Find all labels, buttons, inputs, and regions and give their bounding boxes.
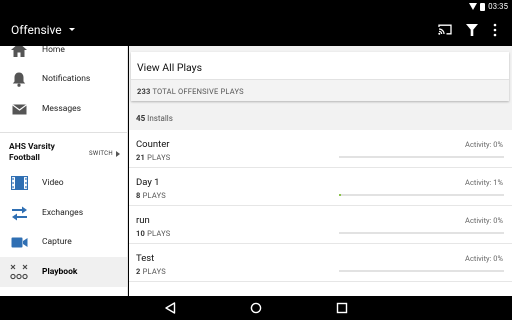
more-vert-icon[interactable] xyxy=(490,23,500,37)
activity-bar xyxy=(339,232,504,234)
install-name: run xyxy=(136,215,150,226)
installs-label: Installs xyxy=(147,114,173,123)
team-header: AHS Varsity Football SWITCH xyxy=(0,132,127,172)
activity-bar xyxy=(339,194,504,196)
drawer-item-label: Messages xyxy=(42,104,81,114)
drawer-item-label: Playbook xyxy=(42,267,78,277)
bell-icon xyxy=(10,70,28,88)
total-plays-count: 233 xyxy=(137,87,151,96)
total-plays-summary: 233 TOTAL OFFENSIVE PLAYS xyxy=(131,79,509,101)
install-name: Day 1 xyxy=(136,177,160,188)
installs-count: 45 xyxy=(136,114,146,123)
install-play-count: 10 xyxy=(136,229,146,238)
drawer-item-label: Home xyxy=(42,46,65,55)
app-bar: Offensive xyxy=(0,13,512,46)
home-circle-icon[interactable] xyxy=(250,302,262,314)
activity-bar-fill xyxy=(339,194,341,196)
drawer-item-video[interactable]: Video xyxy=(0,168,127,198)
status-bar: 03:35 xyxy=(0,0,512,13)
install-name: Counter xyxy=(136,139,170,150)
drawer-item-label: Notifications xyxy=(42,74,91,84)
wifi-icon xyxy=(469,3,478,10)
drawer-item-label: Exchanges xyxy=(42,208,84,218)
install-activity: Activity: 1% xyxy=(465,178,503,187)
cast-icon[interactable] xyxy=(438,24,452,35)
installs-header: 45 Installs xyxy=(136,114,173,123)
status-time: 03:35 xyxy=(488,2,508,11)
video-camera-icon xyxy=(10,233,28,251)
swap-arrows-icon xyxy=(10,204,28,222)
team-name: AHS Varsity Football xyxy=(9,142,55,163)
playbook-xo-icon xyxy=(10,263,28,281)
switch-team-button[interactable]: SWITCH xyxy=(89,150,113,157)
drawer-item-home[interactable]: Home xyxy=(0,46,127,65)
install-play-unit: PLAYS xyxy=(147,229,171,238)
install-activity: Activity: 0% xyxy=(465,254,503,263)
drawer-item-messages[interactable]: Messages xyxy=(0,94,127,124)
battery-icon xyxy=(480,2,486,11)
filter-icon[interactable] xyxy=(466,24,478,36)
install-row[interactable]: Day 1 8 PLAYS Activity: 1% xyxy=(129,168,512,206)
drawer-item-exchanges[interactable]: Exchanges xyxy=(0,198,127,228)
drawer-item-capture[interactable]: Capture xyxy=(0,227,127,257)
system-nav-bar xyxy=(0,296,512,320)
install-row[interactable]: Test 2 PLAYS Activity: 0% xyxy=(129,244,512,282)
view-all-plays-card[interactable]: View All Plays 233 TOTAL OFFENSIVE PLAYS xyxy=(131,52,509,101)
install-row[interactable]: Counter 21 PLAYS Activity: 0% xyxy=(129,130,512,168)
install-row[interactable]: run 10 PLAYS Activity: 0% xyxy=(129,206,512,244)
install-name: Test xyxy=(136,253,155,264)
view-all-plays-button[interactable]: View All Plays xyxy=(137,61,202,74)
install-row-partial[interactable] xyxy=(129,282,512,296)
install-play-unit: PLAYS xyxy=(142,267,166,276)
dropdown-arrow-icon[interactable] xyxy=(69,28,75,31)
back-icon[interactable] xyxy=(164,302,176,314)
install-play-count: 8 xyxy=(136,191,141,200)
home-icon xyxy=(10,46,28,59)
play-arrow-icon[interactable] xyxy=(116,151,120,157)
install-activity: Activity: 0% xyxy=(465,140,503,149)
install-play-unit: PLAYS xyxy=(147,153,171,162)
install-activity: Activity: 0% xyxy=(465,216,503,225)
playbook-content: View All Plays 233 TOTAL OFFENSIVE PLAYS… xyxy=(129,46,512,296)
drawer-item-label: Video xyxy=(42,178,64,188)
drawer-item-notifications[interactable]: Notifications xyxy=(0,64,127,94)
total-plays-label: TOTAL OFFENSIVE PLAYS xyxy=(152,87,244,96)
drawer-item-playbook[interactable]: Playbook xyxy=(0,257,127,287)
envelope-icon xyxy=(10,100,28,118)
playbook-type-selector[interactable]: Offensive xyxy=(11,23,62,37)
drawer-item-label: Capture xyxy=(42,237,72,247)
activity-bar xyxy=(339,156,504,158)
install-play-unit: PLAYS xyxy=(142,191,166,200)
recents-icon[interactable] xyxy=(336,302,348,314)
install-play-count: 21 xyxy=(136,153,146,162)
navigation-drawer: Home Notifications Messages AHS Varsity … xyxy=(0,46,128,296)
activity-bar xyxy=(339,270,504,272)
film-icon xyxy=(10,174,28,192)
install-play-count: 2 xyxy=(136,267,141,276)
